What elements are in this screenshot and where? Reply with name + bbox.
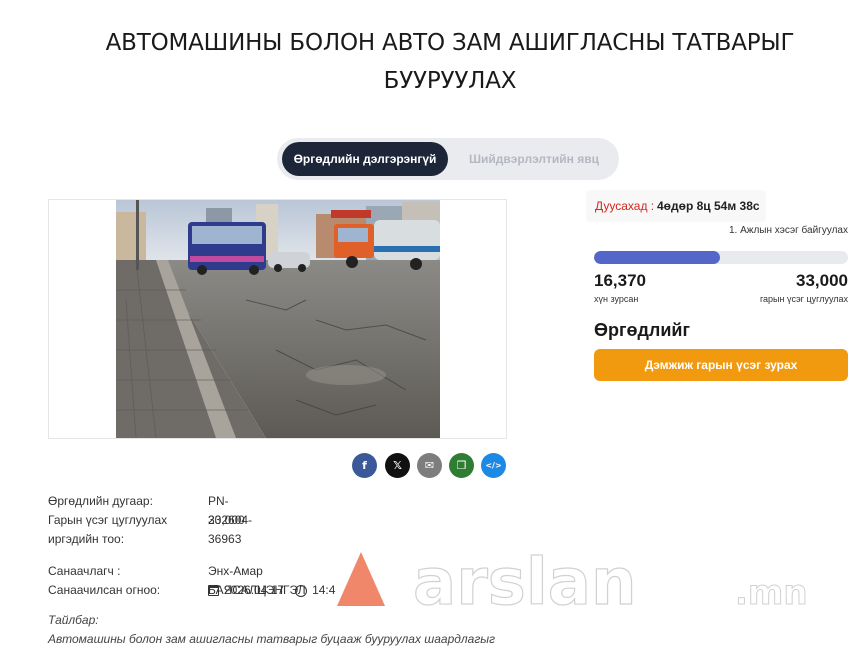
date-text: 2026.04.17: [224, 583, 285, 597]
share-x-button[interactable]: 𝕏: [385, 453, 410, 478]
arslan-watermark-logo: arslan .mn: [335, 545, 825, 621]
countdown-box: Дуусахад : 4өдөр 8ц 54м 38с: [586, 190, 766, 222]
signatures-collected: 16,370: [594, 271, 646, 290]
page-title: АВТОМАШИНЫ БОЛОН АВТО ЗАМ АШИГЛАСНЫ ТАТВ…: [105, 30, 795, 94]
signature-goal-label: Гарын үсэг цуглуулах иргэдийн тоо:: [48, 513, 168, 546]
sign-heading: Өргөдлийг: [594, 320, 690, 340]
copy-icon: ❐: [456, 459, 467, 472]
sign-petition-button[interactable]: Дэмжиж гарын үсэг зурах: [594, 349, 848, 381]
x-icon: 𝕏: [393, 459, 402, 472]
email-icon: ✉: [424, 459, 435, 472]
time-text: 14:4: [312, 583, 336, 597]
signature-goal: 33,000: [796, 271, 848, 290]
signature-progress-fill: [594, 251, 720, 264]
watermark-text: arslan: [413, 548, 637, 610]
initiated-date-label: Санаачилсан огноо:: [48, 583, 161, 597]
countdown-label: Дуусахад :: [595, 199, 655, 213]
share-email-button[interactable]: ✉: [417, 453, 442, 478]
embed-button[interactable]: </>: [481, 453, 506, 478]
copy-link-button[interactable]: ❐: [449, 453, 474, 478]
share-facebook-button[interactable]: f: [352, 453, 377, 478]
tab-resolution-progress[interactable]: Шийдвэрлэлтийн явц: [455, 142, 613, 176]
signatures-collected-label: хүн зурсан: [594, 294, 639, 304]
tab-switcher: Өргөдлийн дэлгэрэнгүй Шийдвэрлэлтийн явц: [277, 138, 619, 180]
initiator-label: Санаачлагч :: [48, 564, 121, 578]
note-text: Автомашины болон зам ашигласны татварыг …: [48, 632, 495, 646]
note-label: Тайлбар:: [48, 613, 99, 627]
facebook-icon: f: [362, 459, 367, 472]
signature-goal-caption: гарын үсэг цуглуулах: [759, 294, 848, 304]
petition-photo-frame: [48, 199, 507, 439]
embed-icon: </>: [485, 461, 502, 470]
initiated-date-value: 2026.04.17 14:4: [208, 581, 335, 600]
stage-note: 1. Ажлын хэсэг байгуулах: [728, 225, 848, 236]
calendar-icon: [208, 585, 219, 596]
signature-progress-bar: [594, 251, 848, 264]
tab-petition-details[interactable]: Өргөдлийн дэлгэрэнгүй: [282, 142, 448, 176]
petition-number-label: Өргөдлийн дугаар:: [48, 494, 153, 508]
petition-photo: [116, 200, 440, 438]
watermark-suffix: .mn: [735, 573, 808, 610]
signature-goal-value: 33,000: [208, 513, 245, 527]
countdown-value: 4өдөр 8ц 54м 38с: [657, 199, 760, 213]
clock-icon: [295, 584, 308, 597]
